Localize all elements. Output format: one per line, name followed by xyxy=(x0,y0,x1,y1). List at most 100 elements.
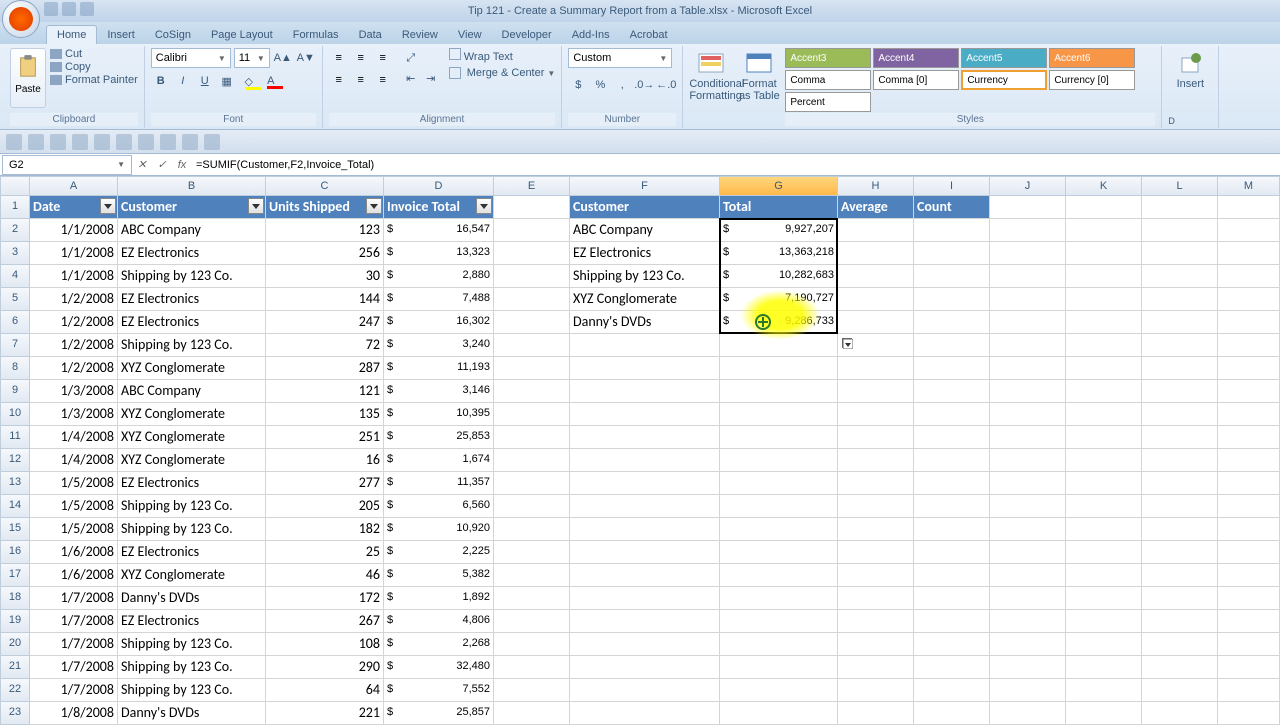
cell[interactable] xyxy=(720,564,838,587)
cell[interactable] xyxy=(494,265,570,288)
fill-color-button[interactable]: ◇ xyxy=(239,71,259,91)
cell[interactable] xyxy=(1066,357,1142,380)
column-header-M[interactable]: M xyxy=(1218,176,1280,196)
cell-units[interactable]: 135 xyxy=(266,403,384,426)
cell[interactable] xyxy=(838,495,914,518)
cell[interactable] xyxy=(1066,288,1142,311)
cell[interactable] xyxy=(570,702,720,725)
cell[interactable] xyxy=(494,541,570,564)
cell[interactable] xyxy=(494,449,570,472)
cell-summary-customer[interactable]: ABC Company xyxy=(570,219,720,242)
row-header[interactable]: 10 xyxy=(0,403,30,426)
cell[interactable] xyxy=(990,219,1066,242)
header-summary-count[interactable]: Count xyxy=(914,196,990,219)
redo-icon[interactable] xyxy=(28,134,44,150)
cell-units[interactable]: 287 xyxy=(266,357,384,380)
cell[interactable] xyxy=(570,587,720,610)
cell[interactable] xyxy=(494,472,570,495)
font-color-button[interactable]: A xyxy=(261,71,281,91)
cell[interactable] xyxy=(1142,426,1218,449)
cell[interactable]: $16,547 xyxy=(384,219,494,242)
cell[interactable] xyxy=(494,311,570,334)
cell[interactable] xyxy=(914,679,990,702)
cell[interactable] xyxy=(838,518,914,541)
autofill-options-icon[interactable] xyxy=(842,338,852,348)
conditional-formatting-button[interactable]: Conditional Formatting xyxy=(689,48,733,108)
cell[interactable] xyxy=(494,610,570,633)
cell[interactable] xyxy=(720,334,838,357)
cell[interactable] xyxy=(1142,518,1218,541)
cell[interactable] xyxy=(838,242,914,265)
cell[interactable] xyxy=(1066,587,1142,610)
cell-units[interactable]: 277 xyxy=(266,472,384,495)
cell[interactable] xyxy=(914,518,990,541)
cell[interactable] xyxy=(914,334,990,357)
cell[interactable] xyxy=(494,587,570,610)
cell[interactable] xyxy=(1066,541,1142,564)
header-date[interactable]: Date xyxy=(30,196,118,219)
column-header-J[interactable]: J xyxy=(990,176,1066,196)
cell-customer[interactable]: XYZ Conglomerate xyxy=(118,564,266,587)
increase-decimal[interactable]: .0→ xyxy=(634,75,654,95)
cell[interactable] xyxy=(990,426,1066,449)
cell-customer[interactable]: EZ Electronics xyxy=(118,541,266,564)
cell[interactable] xyxy=(1218,610,1280,633)
cell[interactable] xyxy=(1142,196,1218,219)
cell[interactable] xyxy=(720,610,838,633)
cell[interactable] xyxy=(990,656,1066,679)
cell[interactable] xyxy=(990,472,1066,495)
align-left[interactable]: ≡ xyxy=(329,70,349,90)
cell[interactable] xyxy=(1142,633,1218,656)
cell[interactable]: $7,488 xyxy=(384,288,494,311)
row-header[interactable]: 8 xyxy=(0,357,30,380)
cell[interactable] xyxy=(914,219,990,242)
cell[interactable] xyxy=(720,633,838,656)
fx-icon[interactable]: fx xyxy=(172,159,192,171)
cell[interactable] xyxy=(990,495,1066,518)
filter-button[interactable] xyxy=(366,198,382,214)
row-header[interactable]: 9 xyxy=(0,380,30,403)
row-header[interactable]: 18 xyxy=(0,587,30,610)
cell[interactable] xyxy=(914,242,990,265)
cell-units[interactable]: 30 xyxy=(266,265,384,288)
cell-date[interactable]: 1/2/2008 xyxy=(30,288,118,311)
cell[interactable] xyxy=(990,541,1066,564)
cell-units[interactable]: 172 xyxy=(266,587,384,610)
cell[interactable] xyxy=(494,334,570,357)
style-comma[interactable]: Comma xyxy=(785,70,871,90)
cell[interactable]: $25,853 xyxy=(384,426,494,449)
column-header-K[interactable]: K xyxy=(1066,176,1142,196)
italic-button[interactable]: I xyxy=(173,71,193,91)
style-accent6[interactable]: Accent6 xyxy=(1049,48,1135,68)
cell-date[interactable]: 1/6/2008 xyxy=(30,564,118,587)
cell[interactable]: $32,480 xyxy=(384,656,494,679)
cell[interactable] xyxy=(1218,265,1280,288)
cell[interactable]: $9,927,207 xyxy=(720,219,838,242)
cell[interactable] xyxy=(838,426,914,449)
cell[interactable] xyxy=(838,702,914,725)
cell[interactable] xyxy=(914,449,990,472)
cell[interactable] xyxy=(570,472,720,495)
cell-customer[interactable]: Shipping by 123 Co. xyxy=(118,679,266,702)
cell[interactable] xyxy=(1218,403,1280,426)
accounting-button[interactable]: $ xyxy=(568,75,588,95)
cell[interactable]: $1,892 xyxy=(384,587,494,610)
cell-date[interactable]: 1/4/2008 xyxy=(30,449,118,472)
cell[interactable] xyxy=(990,403,1066,426)
cell-date[interactable]: 1/7/2008 xyxy=(30,633,118,656)
cell[interactable] xyxy=(1066,633,1142,656)
cell[interactable] xyxy=(720,380,838,403)
cell[interactable] xyxy=(990,265,1066,288)
align-center[interactable]: ≡ xyxy=(351,70,371,90)
cell[interactable] xyxy=(494,679,570,702)
cell[interactable] xyxy=(990,564,1066,587)
cell[interactable] xyxy=(1066,426,1142,449)
cell-date[interactable]: 1/5/2008 xyxy=(30,472,118,495)
cell[interactable] xyxy=(1142,679,1218,702)
orientation-button[interactable]: ⤢ xyxy=(401,48,421,68)
row-header[interactable]: 23 xyxy=(0,702,30,725)
row-header[interactable]: 6 xyxy=(0,311,30,334)
cell[interactable]: $9,286,733 xyxy=(720,311,838,334)
cell[interactable] xyxy=(1218,357,1280,380)
cell[interactable] xyxy=(990,357,1066,380)
